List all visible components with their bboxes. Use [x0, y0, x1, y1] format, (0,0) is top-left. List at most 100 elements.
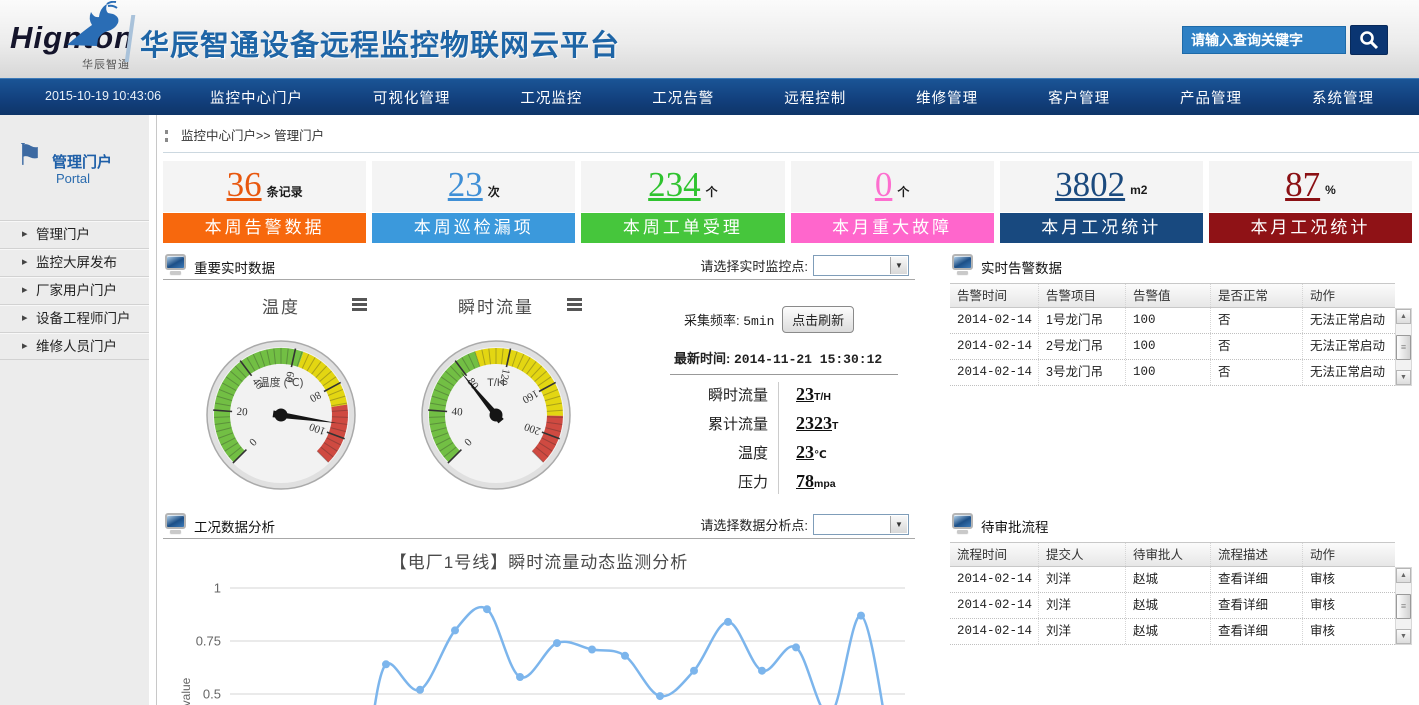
sidebar-item-2[interactable]: ▸厂家用户门户 [0, 276, 149, 304]
table-cell[interactable]: 查看详细 [1210, 567, 1302, 592]
stat-label-bar: 本月工况统计 [1000, 213, 1203, 243]
table-row: 2014-02-14刘洋赵城查看详细审核 [950, 593, 1395, 619]
nav-item-5[interactable]: 维修管理 [916, 87, 978, 108]
monitor-point-label: 请选择实时监控点: [700, 256, 808, 275]
scroll-up-icon[interactable]: ▲ [1396, 309, 1411, 324]
svg-text:0.5: 0.5 [203, 687, 221, 702]
search-input[interactable] [1182, 26, 1346, 54]
nav-item-4[interactable]: 远程控制 [784, 87, 846, 108]
table-row: 2014-02-143号龙门吊100否无法正常启动 [950, 360, 1395, 386]
scroll-up-icon[interactable]: ▲ [1396, 568, 1411, 583]
chevron-down-icon[interactable]: ▼ [890, 257, 907, 274]
table-cell: 无法正常启动 [1302, 334, 1395, 359]
arrow-right-icon: ▸ [22, 333, 28, 360]
scroll-thumb[interactable]: ≡ [1396, 335, 1411, 360]
reading-row-2: 温度23℃ [668, 438, 908, 467]
nav-item-6[interactable]: 客户管理 [1048, 87, 1110, 108]
flow-line-chart-svg: 10.750.5value [163, 570, 915, 705]
search-bar [1182, 25, 1388, 55]
reading-label: 瞬时流量 [668, 384, 768, 405]
table-cell[interactable]: 审核 [1302, 619, 1395, 644]
arrow-right-icon: ▸ [22, 221, 28, 248]
stat-value[interactable]: 3802 [1055, 161, 1125, 209]
stat-unit: 条记录 [267, 183, 303, 200]
reading-unit: mpa [814, 478, 836, 490]
stat-card-0: 36条记录本周告警数据 [163, 161, 366, 243]
sidebar-item-0[interactable]: ▸ 管理门户 [0, 220, 149, 248]
gauge-menu-icon[interactable] [567, 298, 582, 313]
realtime-panel-title: 重要实时数据 [194, 257, 275, 277]
table-header-cell: 提交人 [1038, 543, 1125, 566]
nav-item-8[interactable]: 系统管理 [1312, 87, 1374, 108]
sidebar-item-1[interactable]: ▸监控大屏发布 [0, 248, 149, 276]
table-cell: 刘洋 [1038, 619, 1125, 644]
stat-value[interactable]: 0 [875, 161, 893, 209]
sidebar-item-4[interactable]: ▸维修人员门户 [0, 332, 149, 360]
approval-table: 流程时间提交人待审批人流程描述动作2014-02-14刘洋赵城查看详细审核201… [950, 542, 1412, 645]
nav-item-7[interactable]: 产品管理 [1180, 87, 1242, 108]
table-header-cell: 动作 [1302, 543, 1395, 566]
stat-value[interactable]: 23 [448, 161, 483, 209]
analysis-point-label: 请选择数据分析点: [700, 515, 808, 534]
monitor-icon [165, 513, 186, 529]
svg-text:40: 40 [451, 406, 463, 419]
nav-item-3[interactable]: 工况告警 [652, 87, 714, 108]
latest-time-value: 2014-11-21 15:30:12 [734, 352, 882, 367]
flow-gauge-title: 瞬时流量 [458, 298, 534, 317]
refresh-button[interactable]: 点击刷新 [782, 306, 854, 333]
table-cell[interactable]: 查看详细 [1210, 619, 1302, 644]
gauge-menu-icon[interactable] [352, 298, 367, 313]
stat-card-3: 0个本月重大故障 [791, 161, 994, 243]
analysis-point-select[interactable]: ▼ [813, 514, 909, 535]
stat-unit: % [1325, 183, 1336, 197]
nav-item-1[interactable]: 可视化管理 [373, 87, 451, 108]
arrow-right-icon: ▸ [22, 305, 28, 332]
reading-value: 78 [796, 471, 814, 491]
analysis-panel-title: 工况数据分析 [194, 516, 275, 536]
stat-unit: 次 [488, 183, 500, 200]
table-cell[interactable]: 查看详细 [1210, 593, 1302, 618]
reading-unit: ℃ [814, 449, 827, 461]
scroll-down-icon[interactable]: ▼ [1396, 629, 1411, 644]
logo-subtext: 华辰智通 [82, 56, 130, 72]
table-cell: 刘洋 [1038, 567, 1125, 592]
reading-value: 2323 [796, 413, 832, 433]
table-cell[interactable]: 审核 [1302, 593, 1395, 618]
reading-unit: T [832, 420, 838, 432]
search-icon [1358, 29, 1380, 51]
monitor-point-select[interactable]: ▼ [813, 255, 909, 276]
nav-items: 监控中心门户 可视化管理 工况监控 工况告警 远程控制 维修管理 客户管理 产品管理 系统管理 [175, 79, 1409, 115]
nav-item-0[interactable]: 监控中心门户 [210, 87, 303, 108]
approval-scrollbar[interactable]: ▲ ≡ ▼ [1395, 567, 1412, 645]
stat-value[interactable]: 234 [648, 161, 701, 209]
table-cell[interactable]: 审核 [1302, 567, 1395, 592]
chevron-down-icon[interactable]: ▼ [890, 516, 907, 533]
sidebar-menu: ▸管理门户▸监控大屏发布▸厂家用户门户▸设备工程师门户▸维修人员门户 [0, 220, 149, 360]
reading-row-1: 累计流量2323T [668, 409, 908, 438]
svg-text:20: 20 [236, 406, 248, 419]
reading-row-0: 瞬时流量23T/H [668, 380, 908, 409]
sidebar-item-label: 监控大屏发布 [36, 255, 117, 270]
table-cell: 赵城 [1125, 567, 1210, 592]
nav-item-2[interactable]: 工况监控 [520, 87, 582, 108]
arrow-right-icon: ▸ [22, 277, 28, 304]
table-header-row: 告警时间告警项目告警值是否正常动作 [950, 283, 1395, 308]
monitor-icon [952, 254, 973, 270]
table-cell: 2014-02-14 [950, 619, 1038, 644]
scroll-down-icon[interactable]: ▼ [1396, 370, 1411, 385]
sidebar: ⚑ 管理门户 Portal ▸管理门户▸监控大屏发布▸厂家用户门户▸设备工程师门… [0, 115, 157, 705]
stats-row: 36条记录本周告警数据23次本周巡检漏项234个本周工单受理0个本月重大故障38… [163, 161, 1412, 243]
nav-bar: 2015-10-19 10:43:06 监控中心门户可视化管理工况监控工况告警远… [0, 78, 1419, 115]
search-button[interactable] [1350, 25, 1388, 55]
page-title: 华辰智通设备远程监控物联网云平台 [140, 22, 620, 64]
stat-value[interactable]: 36 [227, 161, 262, 209]
table-cell: 否 [1210, 360, 1302, 385]
alarm-scrollbar[interactable]: ▲ ≡ ▼ [1395, 308, 1412, 386]
stat-value[interactable]: 87 [1285, 161, 1320, 209]
table-cell: 2014-02-14 [950, 334, 1038, 359]
sidebar-item-label: 管理门户 [36, 227, 90, 242]
scroll-thumb[interactable]: ≡ [1396, 594, 1411, 619]
stat-card-4: 3802m2本月工况统计 [1000, 161, 1203, 243]
table-header-row: 流程时间提交人待审批人流程描述动作 [950, 542, 1395, 567]
sidebar-item-3[interactable]: ▸设备工程师门户 [0, 304, 149, 332]
